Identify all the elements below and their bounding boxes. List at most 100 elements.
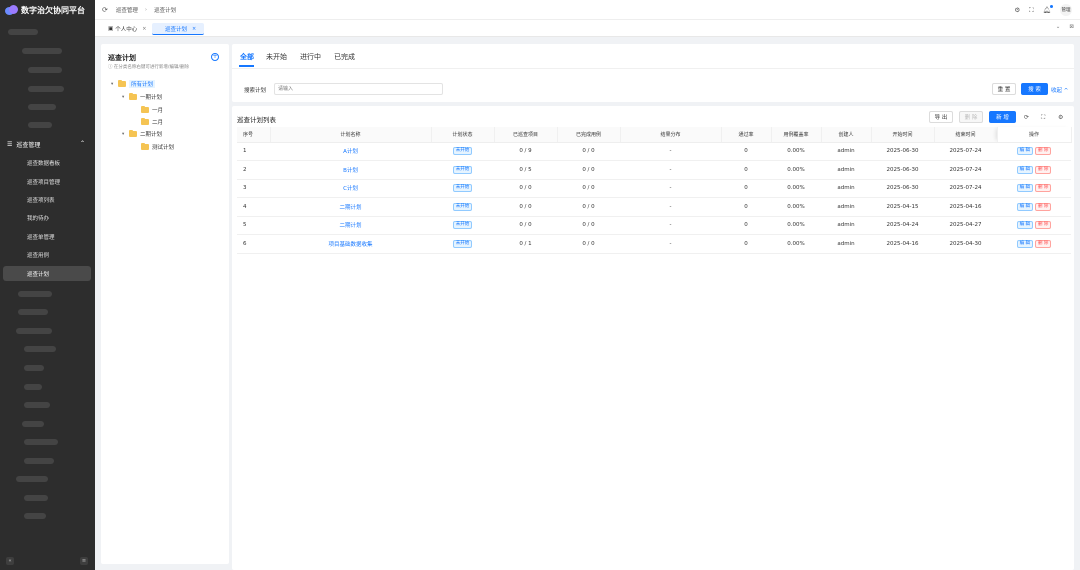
collapse-tabs-icon[interactable]: ⊠	[1069, 24, 1074, 30]
tab-personal-center[interactable]: ▣ 个人中心 ×	[103, 23, 151, 35]
cell-inspected: 0 / 0	[494, 197, 557, 217]
cell-done-cases: 0 / 0	[557, 216, 620, 235]
obscured-menu-item[interactable]	[28, 104, 56, 110]
app-logo[interactable]: 数字治欠协同平台	[0, 0, 95, 20]
refresh-icon[interactable]: ⟳	[1024, 114, 1029, 121]
sidebar-item-project-management[interactable]: 巡查项目管理	[3, 174, 91, 189]
menu-group-inspection[interactable]: ☰ 巡查管理 ⌃	[0, 138, 95, 150]
close-icon[interactable]: ×	[142, 26, 146, 32]
sidebar-item-test-cases[interactable]: 巡查用例	[3, 247, 91, 262]
edit-button[interactable]: 编 辑	[1016, 239, 1033, 248]
collapse-sidebar-icon[interactable]: «	[6, 557, 14, 565]
collapse-label: 收起	[1051, 88, 1063, 94]
delete-button[interactable]: 删 除	[1035, 221, 1052, 230]
obscured-menu-item[interactable]	[16, 328, 52, 334]
caret-down-icon[interactable]: ▾	[122, 95, 129, 100]
bell-icon[interactable]: 🔔︎	[1043, 5, 1053, 14]
obscured-menu-item[interactable]	[18, 291, 52, 297]
cell-name[interactable]: 二期计划	[270, 216, 431, 235]
tree-node-all-plans[interactable]: ▾ 所有计划	[111, 80, 156, 88]
obscured-menu-item[interactable]	[24, 346, 56, 352]
delete-button[interactable]: 删 除	[1035, 239, 1052, 248]
tree-node-phase2[interactable]: ▾ 二期计划	[122, 130, 162, 138]
tab-inspection-plan[interactable]: 巡查计划 ×	[152, 23, 204, 35]
tab-in-progress[interactable]: 进行中	[300, 52, 321, 62]
table-row: 2 B计划 未开始 0 / 50 / 0-0 0.00% admin 2025-06-30 2…	[237, 160, 1071, 180]
obscured-menu-item[interactable]	[22, 48, 62, 54]
export-button[interactable]: 导 出	[929, 111, 953, 123]
search-plan-input[interactable]	[274, 83, 443, 95]
add-category-icon[interactable]: +	[211, 53, 219, 61]
batch-delete-button[interactable]: 删 除	[959, 111, 983, 123]
caret-down-icon[interactable]: ▾	[122, 132, 129, 137]
sidebar-item-inspection-orders[interactable]: 巡查单管理	[3, 229, 91, 244]
obscured-menu-item[interactable]	[24, 439, 58, 445]
obscured-menu-item[interactable]	[16, 476, 48, 482]
collapse-filter-link[interactable]: 收起 ^	[1051, 86, 1068, 94]
tree-node-phase1[interactable]: ▾ 一期计划	[122, 93, 162, 101]
gear-icon[interactable]: ⚙	[1014, 6, 1020, 14]
refresh-icon[interactable]: ⟳	[102, 6, 108, 14]
sidebar-item-inspection-list[interactable]: 巡查项列表	[3, 192, 91, 207]
tab-all[interactable]: 全部	[240, 52, 254, 62]
table-row: 5 二期计划 未开始 0 / 00 / 0-0 0.00% admin 2025-04-24…	[237, 216, 1071, 235]
tree-node-february[interactable]: 二月	[141, 118, 163, 126]
folder-icon	[129, 93, 137, 100]
cell-name[interactable]: C计划	[270, 179, 431, 198]
cell-start: 2025-04-24	[871, 216, 934, 235]
sidebar-item-inspection-plan[interactable]: 巡查计划	[3, 266, 91, 281]
close-icon[interactable]: ×	[192, 26, 196, 32]
cell-name[interactable]: B计划	[270, 160, 431, 180]
tree-node-test-plan[interactable]: 测试计划	[141, 143, 174, 151]
tree-node-january[interactable]: 一月	[141, 106, 163, 114]
obscured-menu-item[interactable]	[28, 86, 64, 92]
column-settings-icon[interactable]: ⚙	[1058, 114, 1063, 121]
avatar[interactable]: 管理	[1060, 4, 1072, 16]
edit-button[interactable]: 编 辑	[1016, 165, 1033, 174]
reset-button[interactable]: 重 置	[992, 83, 1016, 95]
sidebar-item-todo[interactable]: 我的待办	[3, 210, 91, 225]
table-row: 1 A计划 未开始 0 / 90 / 0-0 0.00% admin 2025-06-30 2…	[237, 142, 1071, 161]
cell-name[interactable]: 项目基础数据收集	[270, 234, 431, 254]
cell-inspected: 0 / 0	[494, 179, 557, 198]
chevron-up-icon: ^	[1063, 88, 1069, 94]
fullscreen-icon[interactable]: ⛶	[1041, 114, 1045, 122]
obscured-menu-item[interactable]	[22, 421, 44, 427]
obscured-menu-item[interactable]	[28, 122, 52, 128]
delete-button[interactable]: 删 除	[1035, 184, 1052, 193]
edit-button[interactable]: 编 辑	[1016, 147, 1033, 156]
obscured-menu-item[interactable]	[24, 458, 54, 464]
tab-not-started[interactable]: 未开始	[266, 52, 287, 62]
cell-creator: admin	[821, 234, 871, 254]
obscured-menu-item[interactable]	[24, 495, 48, 501]
edit-button[interactable]: 编 辑	[1016, 221, 1033, 230]
breadcrumb-item[interactable]: 巡查管理	[116, 6, 138, 14]
add-plan-button[interactable]: 新 增	[989, 111, 1016, 123]
delete-button[interactable]: 删 除	[1035, 202, 1052, 211]
delete-button[interactable]: 删 除	[1035, 165, 1052, 174]
sidebar-settings-icon[interactable]: ≡	[80, 557, 88, 565]
obscured-menu-item[interactable]	[28, 67, 62, 73]
obscured-menu-item[interactable]	[24, 513, 46, 519]
obscured-menu-item[interactable]	[24, 402, 50, 408]
cell-name[interactable]: 二期计划	[270, 197, 431, 217]
obscured-menu-item[interactable]	[8, 29, 38, 35]
obscured-menu-item[interactable]	[24, 365, 44, 371]
cell-actions: 编 辑删 除	[997, 142, 1071, 161]
fullscreen-icon[interactable]: ⛶	[1029, 6, 1034, 15]
edit-button[interactable]: 编 辑	[1016, 202, 1033, 211]
tab-completed[interactable]: 已完成	[334, 52, 355, 62]
obscured-menu-item[interactable]	[18, 309, 48, 315]
search-button[interactable]: 搜 索	[1021, 83, 1048, 95]
cell-name[interactable]: A计划	[270, 142, 431, 161]
sidebar-item-dashboard[interactable]: 巡查数据看板	[3, 155, 91, 170]
cell-no: 4	[237, 197, 270, 217]
delete-button[interactable]: 删 除	[1035, 147, 1052, 156]
cell-no: 5	[237, 216, 270, 235]
caret-down-icon[interactable]: ▾	[111, 82, 118, 87]
edit-button[interactable]: 编 辑	[1016, 184, 1033, 193]
folder-icon	[141, 143, 149, 150]
cell-end: 2025-07-24	[934, 142, 997, 161]
chevron-down-icon[interactable]: ⌄	[1056, 24, 1061, 30]
obscured-menu-item[interactable]	[24, 384, 42, 390]
